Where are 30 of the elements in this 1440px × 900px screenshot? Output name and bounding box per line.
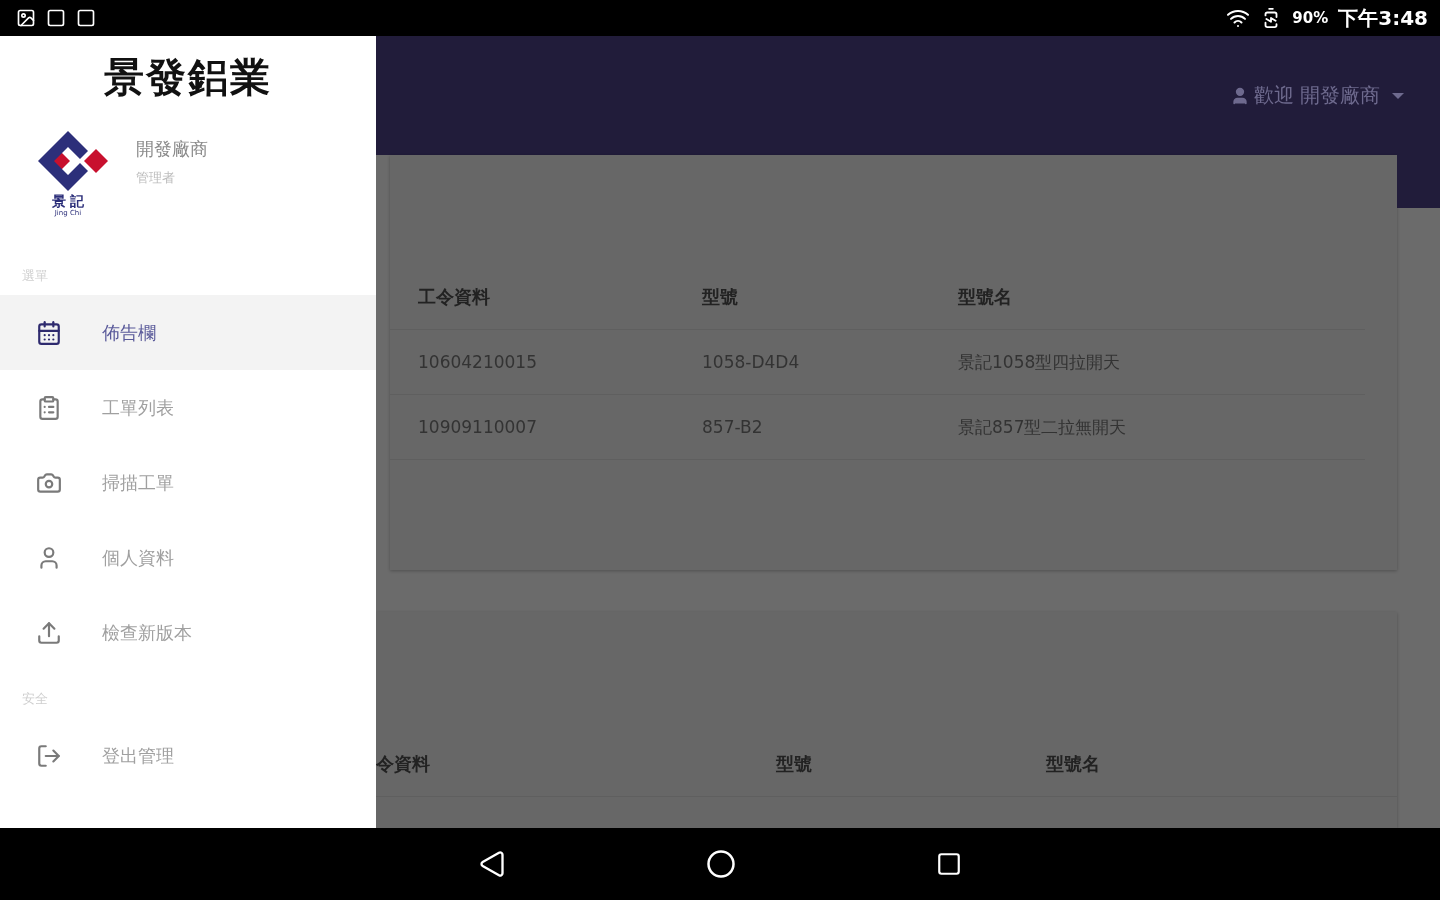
calendar-icon <box>36 319 62 346</box>
recents-icon[interactable] <box>936 851 962 877</box>
home-icon[interactable] <box>706 849 736 879</box>
user-role: 管理者 <box>136 169 176 187</box>
column-header: 型號 <box>686 265 938 330</box>
clock: 下午3:48 <box>1338 4 1428 32</box>
menu-item[interactable]: 工單列表 <box>0 370 376 445</box>
image-icon <box>16 8 36 28</box>
battery-level: 90% <box>1292 9 1329 27</box>
logo-text: 景 記 <box>51 193 85 209</box>
column-header: 工令資料 <box>390 265 686 330</box>
clipboard-icon <box>36 394 62 421</box>
back-icon[interactable] <box>478 850 506 878</box>
user-menu[interactable]: 歡迎 開發廠商 <box>1229 82 1404 109</box>
upload-icon <box>36 619 62 646</box>
app-icon <box>76 8 96 28</box>
column-header: 令資料 <box>376 732 776 797</box>
user-name: 開發廠商 <box>136 137 208 161</box>
app-title: 景發鋁業 <box>103 53 273 102</box>
logout-icon <box>36 742 62 769</box>
column-header: 型號名 <box>1046 732 1397 797</box>
menu-item[interactable]: 檢查新版本 <box>0 595 376 670</box>
menu-item[interactable]: 佈告欄 <box>0 295 376 370</box>
caret-icon <box>1392 92 1404 99</box>
column-header: 型號名 <box>938 265 1365 330</box>
menu-item[interactable]: 登出管理 <box>0 718 376 793</box>
app-icon <box>46 8 66 28</box>
column-header: 型號 <box>776 732 1046 797</box>
menu-item[interactable]: 掃描工單 <box>0 445 376 520</box>
menu-item[interactable]: 個人資料 <box>0 520 376 595</box>
